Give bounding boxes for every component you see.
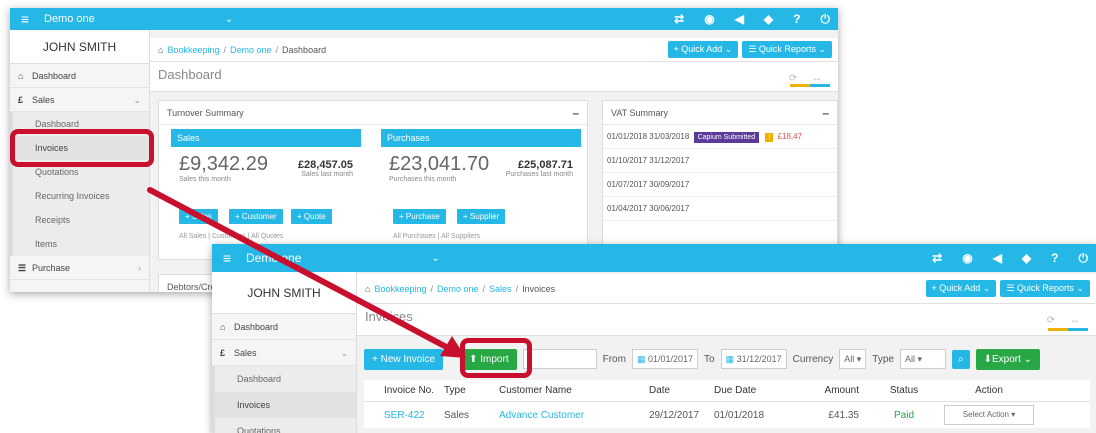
pointer-arrow (147, 187, 466, 358)
